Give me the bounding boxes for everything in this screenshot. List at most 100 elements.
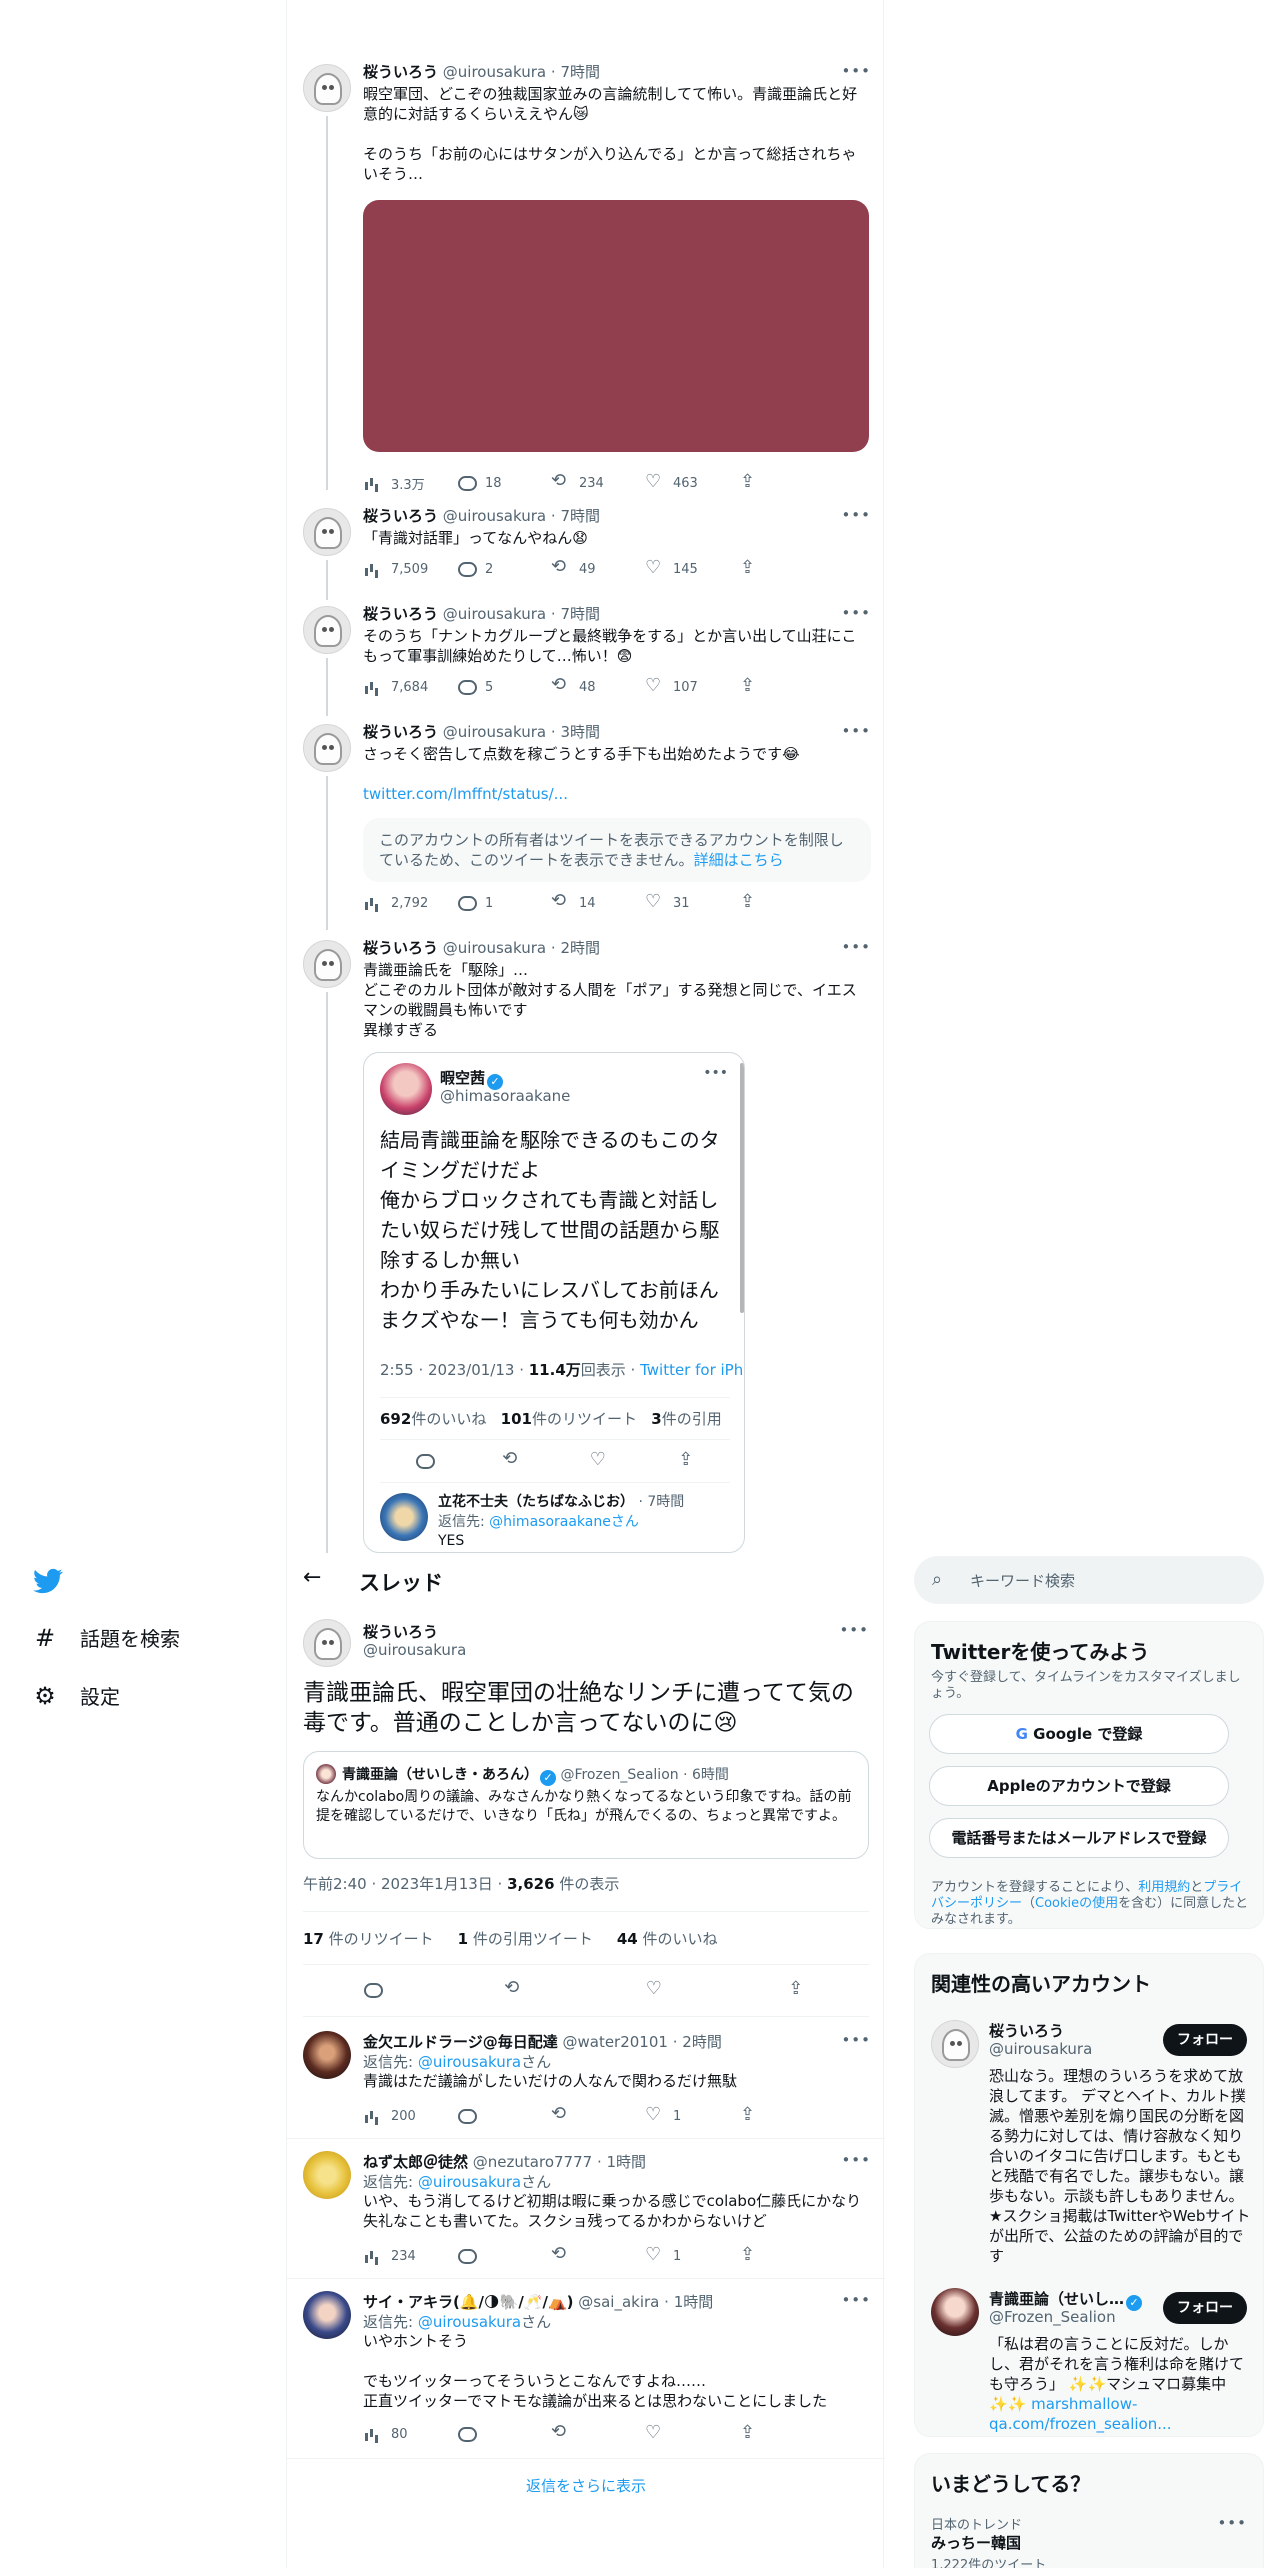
author-name[interactable]: 桜ういろう (363, 1621, 438, 1642)
reply-to-link[interactable]: @uirousakura (418, 2173, 521, 2191)
avatar[interactable] (380, 1493, 428, 1541)
views-button[interactable]: 3.3万 (363, 474, 457, 493)
share-button[interactable] (739, 891, 833, 912)
tweet[interactable]: 桜ういろう @uirousakura · 7時間 ••• 「青識対話罪」ってなん… (287, 500, 883, 600)
reply-button[interactable]: 2 (457, 560, 551, 578)
author-handle[interactable]: @uirousakura (443, 939, 546, 957)
avatar[interactable] (931, 2020, 979, 2068)
author-name[interactable]: ねず太郎＠徒然 (363, 2153, 468, 2171)
retweet-button[interactable]: 48 (551, 674, 645, 696)
retweet-button[interactable]: 234 (551, 470, 645, 492)
cookie-link[interactable]: Cookieの使用 (1035, 1896, 1118, 1911)
avatar[interactable] (303, 508, 351, 556)
scrollbar[interactable] (740, 1063, 744, 1313)
share-button[interactable] (739, 675, 833, 696)
author-name[interactable]: 桜ういろう (363, 939, 438, 957)
author-handle[interactable]: @uirousakura (443, 63, 546, 81)
account-handle[interactable]: @uirousakura (989, 2040, 1092, 2058)
nav-item-settings[interactable]: ⚙ 設定 (32, 1681, 120, 1710)
retweets-count[interactable]: 101 (501, 1410, 532, 1428)
embedded-reply[interactable]: 立花不士夫（たちばなふじお） · 7時間 返信先: @himasoraakane… (364, 1485, 744, 1552)
more-icon[interactable]: ••• (841, 604, 871, 622)
avatar[interactable] (380, 1063, 432, 1115)
like-button[interactable] (645, 2422, 739, 2443)
like-button[interactable]: 31 (645, 891, 739, 912)
reply-button[interactable]: 18 (457, 474, 551, 492)
trend-item[interactable]: みっちー韓国 (931, 2532, 1021, 2553)
more-icon[interactable]: ••• (1217, 2514, 1247, 2532)
account-handle[interactable]: @Frozen_Sealion (989, 2308, 1116, 2326)
search-input[interactable]: ⌕ キーワード検索 (914, 1556, 1264, 1604)
retweet-button[interactable] (551, 2103, 645, 2125)
author-name[interactable]: 桜ういろう (363, 605, 438, 623)
reply-icon[interactable] (363, 1981, 385, 2001)
share-icon[interactable] (677, 1449, 695, 1470)
retweet-button[interactable] (551, 2243, 645, 2265)
author-handle[interactable]: @sai_akira (578, 2293, 659, 2311)
share-button[interactable] (739, 2244, 833, 2265)
likes-count[interactable]: 692 (380, 1410, 411, 1428)
avatar[interactable] (303, 606, 351, 654)
avatar[interactable] (931, 2288, 979, 2336)
tweet-time[interactable]: 2時間 (560, 939, 600, 957)
apple-signup-button[interactable]: Appleのアカウントで登録 (929, 1766, 1229, 1806)
views-button[interactable]: 7,509 (363, 560, 457, 578)
avatar[interactable] (303, 64, 351, 112)
reply-to-link[interactable]: @uirousakura (418, 2313, 521, 2331)
avatar[interactable] (303, 2031, 351, 2079)
author-handle[interactable]: @nezutaro7777 (473, 2153, 592, 2171)
tweet-time[interactable]: 3時間 (560, 723, 600, 741)
reply-to-link[interactable]: @uirousakura (418, 2053, 521, 2071)
google-signup-button[interactable]: G Google で登録 (929, 1714, 1229, 1754)
terms-link[interactable]: 利用規約 (1138, 1880, 1190, 1895)
avatar[interactable] (303, 724, 351, 772)
quotes-count[interactable]: 3 (651, 1410, 661, 1428)
avatar[interactable] (303, 1619, 351, 1667)
reply-button[interactable]: 1 (457, 894, 551, 912)
retweet-icon[interactable] (504, 1977, 526, 2001)
author-handle[interactable]: @uirousakura (443, 723, 546, 741)
more-icon[interactable]: ••• (841, 938, 871, 956)
heart-icon[interactable] (590, 1449, 608, 1470)
more-icon[interactable]: ••• (841, 506, 871, 524)
tweet[interactable]: 桜ういろう @uirousakura · 7時間 ••• 暇空軍団、どこぞの独裁… (287, 56, 883, 493)
reply-tweet[interactable]: サイ・アキラ(🔔/🌗🐘/🥂/⛺) @sai_akira · 1時間 ••• 返信… (287, 2279, 885, 2459)
tweet-media-image[interactable] (363, 200, 869, 452)
like-button[interactable]: 463 (645, 471, 739, 492)
share-button[interactable] (739, 2104, 833, 2125)
tweet-link[interactable]: twitter.com/lmffnt/status/... (363, 784, 871, 804)
avatar[interactable] (303, 2291, 351, 2339)
reply-to-link[interactable]: @himasoraakane (489, 1514, 611, 1530)
views-button[interactable]: 200 (363, 2107, 457, 2125)
reply-icon[interactable] (415, 1452, 435, 1470)
back-arrow-icon[interactable]: ← (303, 1565, 321, 1590)
reply-button[interactable] (457, 2425, 551, 2443)
quoted-tweet[interactable]: 青識亜論（せいしき・あろん） ✓ @Frozen_Sealion · 6時間 なん… (303, 1751, 869, 1859)
retweet-icon[interactable] (502, 1448, 520, 1470)
author-name[interactable]: サイ・アキラ(🔔/🌗🐘/🥂/⛺) (363, 2293, 574, 2311)
like-button[interactable]: 145 (645, 557, 739, 578)
tweet[interactable]: 桜ういろう @uirousakura · 3時間 ••• さっそく密告して点数を… (287, 716, 883, 930)
reply-tweet[interactable]: ねず太郎＠徒然 @nezutaro7777 · 1時間 ••• 返信先: @ui… (287, 2139, 885, 2279)
author-handle[interactable]: @uirousakura (443, 605, 546, 623)
more-icon[interactable]: ••• (841, 2151, 871, 2169)
more-icon[interactable]: ••• (841, 2031, 871, 2049)
like-button[interactable]: 1 (645, 2104, 739, 2125)
like-button[interactable]: 1 (645, 2244, 739, 2265)
tweet[interactable]: 桜ういろう @uirousakura · 7時間 ••• そのうち「ナントカグル… (287, 598, 883, 716)
more-icon[interactable]: ••• (839, 1621, 869, 1639)
share-button[interactable] (739, 471, 833, 492)
author-name[interactable]: 金欠エルドラージ@毎日配達 (363, 2033, 558, 2051)
more-icon[interactable]: ••• (841, 2291, 871, 2309)
retweet-button[interactable] (551, 2421, 645, 2443)
avatar[interactable] (303, 940, 351, 988)
twitter-bird-logo-icon[interactable] (32, 1566, 64, 1596)
share-icon[interactable] (787, 1978, 809, 2001)
heart-icon[interactable] (646, 1978, 668, 2001)
author-name[interactable]: 桜ういろう (363, 507, 438, 525)
views-button[interactable]: 7,684 (363, 678, 457, 696)
author-handle[interactable]: @water20101 (562, 2033, 667, 2051)
author-name[interactable]: 桜ういろう (363, 723, 438, 741)
reply-button[interactable] (457, 2107, 551, 2125)
more-icon[interactable]: ••• (841, 722, 871, 740)
